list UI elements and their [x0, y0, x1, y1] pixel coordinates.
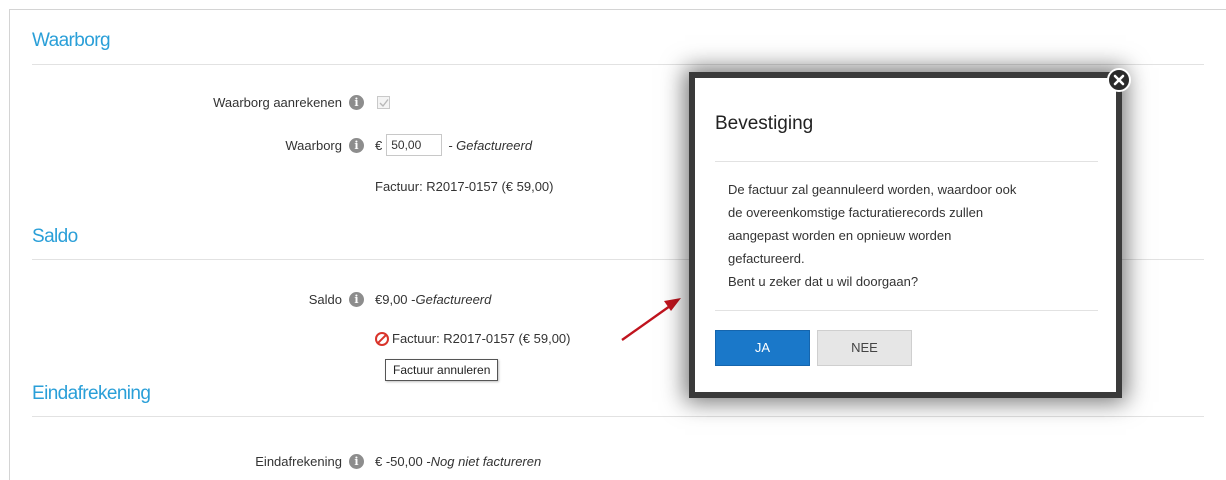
checkmark-icon: [379, 99, 389, 108]
dialog-message-line: gefactureerd.: [728, 251, 805, 266]
waarborg-aanrekenen-checkbox[interactable]: [377, 96, 390, 109]
dialog-message-line: aangepast worden en opnieuw worden: [728, 228, 952, 243]
info-icon[interactable]: i: [349, 292, 364, 307]
close-icon[interactable]: [1107, 68, 1131, 92]
waarborg-amount-input[interactable]: [386, 134, 443, 156]
dialog-divider: [715, 310, 1098, 311]
waarborg-value: € - Gefactureerd: [375, 134, 532, 156]
saldo-label: Saldo: [308, 292, 342, 307]
saldo-amount: €9,00 -: [375, 292, 416, 307]
confirm-yes-button[interactable]: JA: [715, 330, 810, 366]
section-title-waarborg: Waarborg: [32, 30, 111, 51]
eindafrekening-status: Nog niet factureren: [430, 454, 542, 469]
section-divider: [32, 416, 1204, 417]
dialog-message: De factuur zal geannuleerd worden, waard…: [728, 178, 1098, 293]
dialog-message-line: de overeenkomstige facturatierecords zul…: [728, 205, 984, 220]
section-title-eindafrekening: Eindafrekening: [32, 383, 151, 404]
waarborg-row: Waarborg i: [285, 138, 364, 153]
eindafrekening-amount: € -50,00 -: [375, 454, 431, 469]
info-icon[interactable]: i: [349, 138, 364, 153]
waarborg-status: - Gefactureerd: [448, 137, 533, 153]
waarborg-aanrekenen-label: Waarborg aanrekenen: [213, 95, 342, 110]
dialog-title: Bevestiging: [715, 113, 814, 134]
section-divider: [32, 64, 1204, 65]
waarborg-aanrekenen-row: Waarborg aanrekenen i: [213, 95, 364, 110]
eindafrekening-row: Eindafrekening i: [255, 454, 364, 469]
confirm-no-button[interactable]: NEE: [817, 330, 912, 366]
confirmation-dialog: Bevestiging De factuur zal geannuleerd w…: [695, 78, 1116, 392]
saldo-invoice-row: Factuur: R2017-0157 (€ 59,00): [375, 331, 571, 346]
saldo-invoice: Factuur: R2017-0157 (€ 59,00): [392, 331, 571, 346]
saldo-row: Saldo i: [309, 292, 364, 307]
dialog-divider: [715, 161, 1098, 162]
info-icon[interactable]: i: [349, 454, 364, 469]
info-icon[interactable]: i: [349, 95, 364, 110]
dialog-message-line: De factuur zal geannuleerd worden, waard…: [728, 182, 1017, 197]
waarborg-label: Waarborg: [285, 138, 342, 153]
eindafrekening-value: € -50,00 - Nog niet factureren: [375, 454, 541, 469]
currency-symbol: €: [375, 137, 383, 153]
dialog-message-line: Bent u zeker dat u wil doorgaan?: [728, 274, 919, 289]
cancel-invoice-tooltip: Factuur annuleren: [385, 359, 499, 381]
saldo-status: Gefactureerd: [415, 292, 492, 307]
section-title-saldo: Saldo: [32, 226, 78, 247]
eindafrekening-label: Eindafrekening: [255, 454, 342, 469]
cancel-icon[interactable]: [375, 331, 389, 346]
saldo-value: €9,00 - Gefactureerd: [375, 292, 491, 307]
waarborg-invoice: Factuur: R2017-0157 (€ 59,00): [375, 179, 554, 194]
